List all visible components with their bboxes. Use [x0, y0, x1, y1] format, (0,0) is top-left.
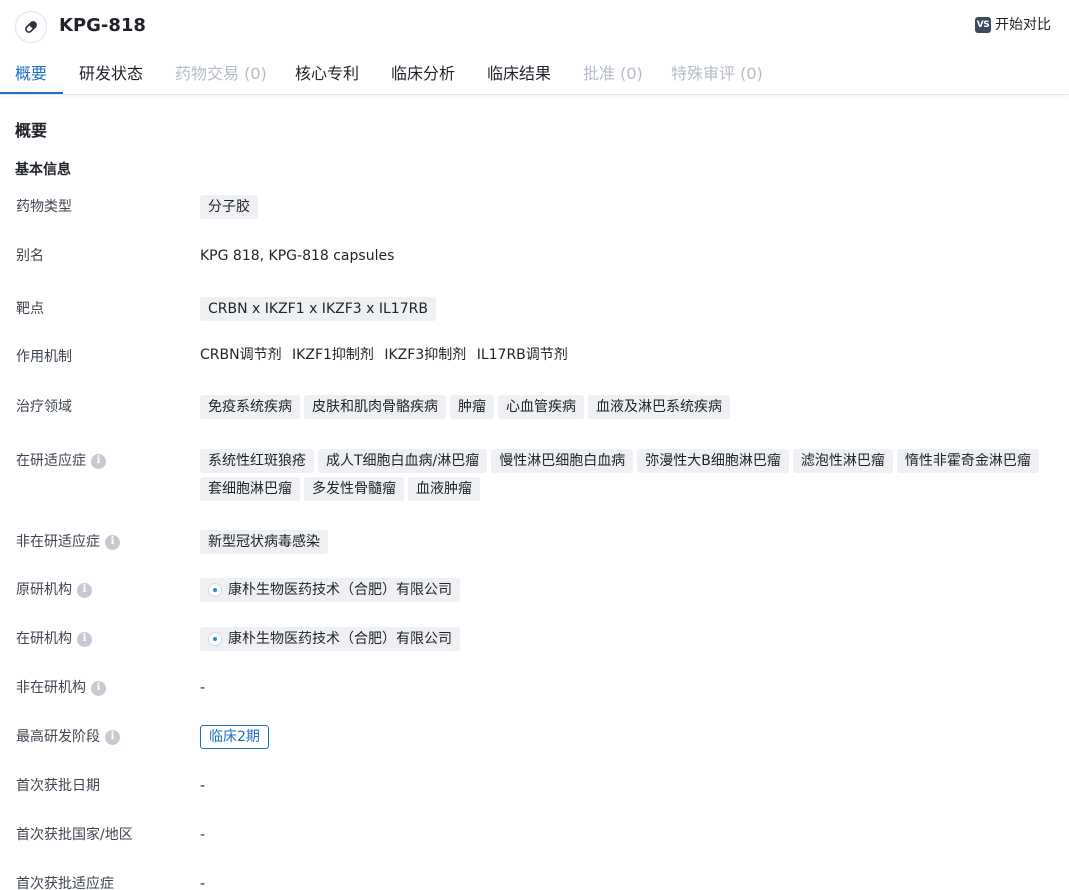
section-title: 概要 [15, 121, 48, 140]
tab-special-review[interactable]: 特殊审评 (0) [671, 54, 763, 94]
highest-phase-value: 临床2期 [200, 725, 1050, 749]
tab-approval[interactable]: 批准 (0) [583, 54, 643, 94]
info-icon[interactable]: i [77, 631, 92, 647]
drug-type-value: 分子胶 [200, 195, 1050, 223]
info-icon[interactable]: i [77, 582, 92, 598]
first-approval-date-value: - [200, 778, 206, 794]
inactive-indication-label: 非在研适应症 i [16, 532, 120, 552]
pill-icon [15, 11, 47, 43]
active-indication-label: 在研适应症 i [16, 451, 106, 471]
drug-type-tag[interactable]: 分子胶 [200, 195, 258, 219]
tab-dev-status[interactable]: 研发状态 [79, 54, 143, 94]
compare-label: 开始对比 [995, 17, 1051, 33]
info-icon[interactable]: i [91, 680, 106, 696]
therapeutic-area-tag[interactable]: 心血管疾病 [498, 395, 584, 419]
therapeutic-area-tag[interactable]: 免疫系统疾病 [200, 395, 300, 419]
tab-bar: 概要 研发状态 药物交易 (0) 核心专利 临床分析 临床结果 批准 (0) 特… [0, 54, 1069, 95]
indication-tag[interactable]: 新型冠状病毒感染 [200, 530, 328, 554]
mechanism-item[interactable]: IL17RB调节剂 [477, 347, 568, 363]
mechanism-item[interactable]: IKZF3抑制剂 [384, 347, 466, 363]
tab-overview[interactable]: 概要 [15, 54, 47, 94]
vs-icon: VS [975, 17, 991, 33]
inactive-org-value: - [200, 680, 206, 696]
indication-tag[interactable]: 惰性非霍奇金淋巴瘤 [896, 449, 1039, 473]
indication-tag[interactable]: 血液肿瘤 [408, 477, 480, 501]
drug-title: KPG-818 [59, 15, 146, 36]
tab-core-patents[interactable]: 核心专利 [295, 54, 359, 94]
mechanism-value: CRBN调节剂 IKZF1抑制剂 IKZF3抑制剂 IL17RB调节剂 [200, 345, 1050, 365]
tab-deals[interactable]: 药物交易 (0) [175, 54, 267, 94]
phase-tag[interactable]: 临床2期 [200, 725, 269, 749]
highest-phase-label: 最高研发阶段 i [16, 727, 120, 747]
indication-tag[interactable]: 慢性淋巴细胞白血病 [491, 449, 634, 473]
inactive-indication-value: 新型冠状病毒感染 [200, 530, 1050, 558]
first-approval-date-label: 首次获批日期 [16, 778, 100, 794]
start-compare-button[interactable]: VS 开始对比 [975, 16, 1051, 34]
active-org-value: 康朴生物医药技术（合肥）有限公司 [200, 627, 1050, 652]
drug-type-label: 药物类型 [16, 199, 72, 215]
first-approval-region-value: - [200, 827, 206, 843]
target-label: 靶点 [16, 301, 44, 317]
active-tab-indicator [0, 92, 63, 94]
page-header: KPG-818 VS 开始对比 [0, 0, 1069, 52]
org-tag[interactable]: 康朴生物医药技术（合肥）有限公司 [200, 627, 460, 651]
basic-info-title: 基本信息 [15, 162, 71, 178]
indication-tag[interactable]: 套细胞淋巴瘤 [200, 477, 300, 501]
mechanism-item[interactable]: IKZF1抑制剂 [292, 347, 374, 363]
org-tag[interactable]: 康朴生物医药技术（合肥）有限公司 [200, 578, 460, 602]
indication-tag[interactable]: 滤泡性淋巴瘤 [792, 449, 893, 473]
active-org-label: 在研机构 i [16, 629, 92, 649]
first-approval-region-label: 首次获批国家/地区 [16, 827, 133, 843]
therapeutic-area-tag[interactable]: 皮肤和肌肉骨骼疾病 [304, 395, 446, 419]
first-approval-indication-label: 首次获批适应症 [16, 876, 114, 890]
originator-label: 原研机构 i [16, 580, 92, 600]
tab-clinical-results[interactable]: 临床结果 [487, 54, 551, 94]
inactive-org-label: 非在研机构 i [16, 678, 106, 698]
company-logo-icon [208, 632, 222, 646]
therapeutic-area-tag[interactable]: 肿瘤 [450, 395, 494, 419]
alias-label: 别名 [16, 248, 44, 264]
company-logo-icon [208, 583, 222, 597]
info-icon[interactable]: i [91, 453, 106, 469]
active-indication-value: 系统性红斑狼疮 成人T细胞白血病/淋巴瘤 慢性淋巴细胞白血病 弥漫性大B细胞淋巴… [200, 449, 1050, 505]
indication-tag[interactable]: 多发性骨髓瘤 [304, 477, 404, 501]
info-icon[interactable]: i [105, 729, 120, 745]
tab-clinical-analysis[interactable]: 临床分析 [391, 54, 455, 94]
therapeutic-area-label: 治疗领域 [16, 399, 72, 415]
therapeutic-area-tag[interactable]: 血液及淋巴系统疾病 [588, 395, 730, 419]
info-icon[interactable]: i [105, 534, 120, 550]
indication-tag[interactable]: 成人T细胞白血病/淋巴瘤 [318, 449, 488, 473]
therapeutic-area-value: 免疫系统疾病 皮肤和肌肉骨骼疾病 肿瘤 心血管疾病 血液及淋巴系统疾病 [200, 395, 1050, 423]
target-value: CRBN x IKZF1 x IKZF3 x IL17RB [200, 297, 1050, 325]
first-approval-indication-value: - [200, 876, 206, 890]
target-tag[interactable]: CRBN x IKZF1 x IKZF3 x IL17RB [200, 297, 436, 321]
originator-value: 康朴生物医药技术（合肥）有限公司 [200, 578, 1050, 603]
mechanism-label: 作用机制 [16, 349, 72, 365]
mechanism-item[interactable]: CRBN调节剂 [200, 347, 282, 363]
indication-tag[interactable]: 系统性红斑狼疮 [200, 449, 314, 473]
indication-tag[interactable]: 弥漫性大B细胞淋巴瘤 [637, 449, 789, 473]
alias-value: KPG 818, KPG-818 capsules [200, 248, 395, 264]
